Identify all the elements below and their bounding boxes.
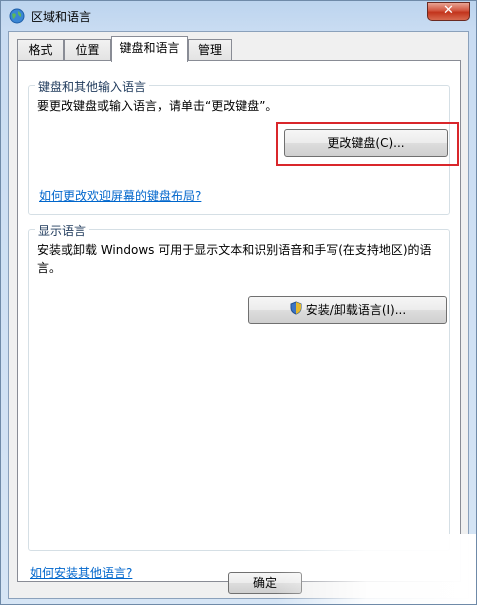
install-language-label: 安装/卸载语言(I)... (305, 303, 407, 317)
display-language-group: 显示语言 安装或卸载 Windows 可用于显示文本和识别语音和手写(在支持地区… (28, 222, 450, 551)
title-bar[interactable]: 区域和语言 ✕ (1, 1, 476, 31)
keyboard-group: 键盘和其他输入语言 要更改键盘或输入语言，请单击“更改键盘”。 更改键盘(C).… (28, 78, 459, 215)
globe-icon (9, 8, 25, 24)
keyboard-description: 要更改键盘或输入语言，请单击“更改键盘”。 (37, 99, 278, 113)
change-keyboard-label: 更改键盘(C)... (327, 136, 405, 150)
tab-administrative-label: 管理 (197, 43, 222, 57)
window-title: 区域和语言 (31, 10, 92, 24)
region-language-dialog: 区域和语言 ✕ 格式 位置 键盘和语言 管理 键盘和其他输入语言 要更改键盘或输… (0, 0, 477, 605)
tab-keyboard-language[interactable]: 键盘和语言 (111, 36, 188, 62)
welcome-screen-link[interactable]: 如何更改欢迎屏幕的键盘布局? (39, 187, 201, 204)
ok-label: 确定 (252, 576, 277, 590)
install-language-button[interactable]: 安装/卸载语言(I)... (248, 296, 447, 324)
shield-icon (289, 298, 303, 324)
display-language-description: 安装或卸载 Windows 可用于显示文本和识别语音和手写(在支持地区)的语言。 (37, 243, 432, 275)
change-keyboard-button[interactable]: 更改键盘(C)... (284, 129, 448, 157)
display-language-label: 显示语言 (35, 222, 90, 239)
tab-location[interactable]: 位置 (64, 39, 111, 60)
tab-format-label: 格式 (28, 43, 53, 57)
tab-panel: 键盘和其他输入语言 要更改键盘或输入语言，请单击“更改键盘”。 更改键盘(C).… (17, 60, 461, 582)
keyboard-group-label: 键盘和其他输入语言 (35, 78, 150, 95)
tab-format[interactable]: 格式 (17, 39, 64, 60)
dialog-client-area: 格式 位置 键盘和语言 管理 键盘和其他输入语言 要更改键盘或输入语言，请单击“… (8, 31, 469, 599)
close-button[interactable]: ✕ (427, 2, 470, 21)
watermark-overlay (276, 534, 476, 604)
tab-keyboard-language-label: 键盘和语言 (119, 41, 180, 55)
tab-location-label: 位置 (75, 43, 100, 57)
close-icon: ✕ (443, 3, 454, 18)
install-other-languages-link[interactable]: 如何安装其他语言? (30, 564, 132, 581)
tab-administrative[interactable]: 管理 (188, 39, 232, 60)
